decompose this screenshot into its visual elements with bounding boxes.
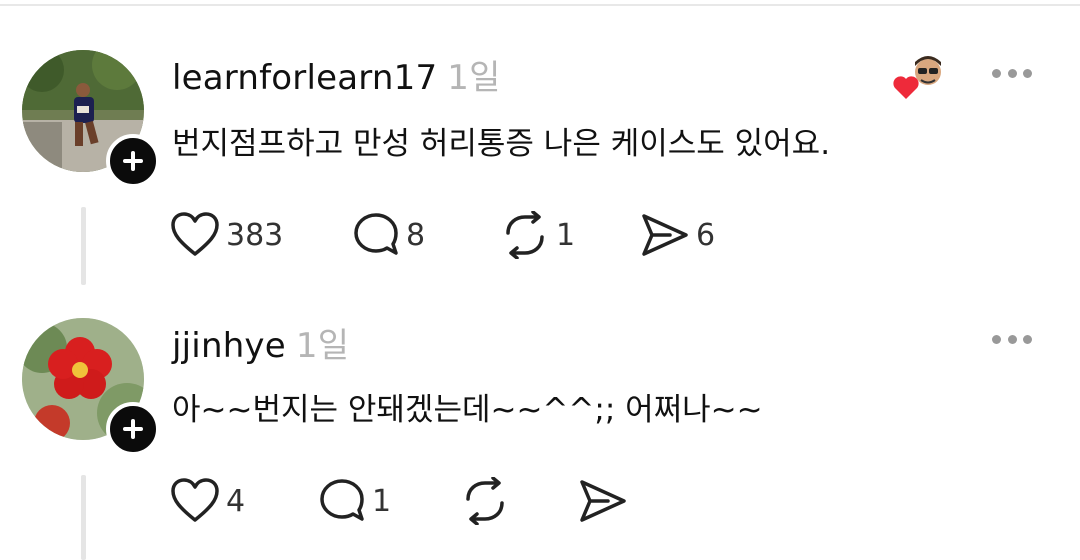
thread-connector-line (81, 207, 86, 285)
repost-icon (466, 477, 504, 525)
comment-bubble-icon (354, 213, 398, 255)
post-text: 번지점프하고 만성 허리통증 나은 케이스도 있어요. (172, 126, 831, 162)
thread-post: jjinhye 1일 아~~번지는 안돼겠는데~~^^;; 어쩌나~~ 4 1 (0, 290, 1080, 560)
more-dot-icon (1023, 68, 1032, 78)
thread-connector-line (81, 475, 86, 560)
heart-outline-icon (171, 478, 219, 522)
post-time: 1일 (447, 58, 501, 98)
like-count: 4 (226, 483, 246, 519)
more-options-button[interactable] (992, 332, 1032, 346)
post-text: 아~~번지는 안돼겠는데~~^^;; 어쩌나~~ (172, 392, 763, 428)
plus-icon (123, 419, 143, 439)
plus-icon (123, 151, 143, 171)
like-button[interactable]: 4 (170, 474, 245, 528)
comment-bubble-icon (320, 479, 364, 521)
send-icon (642, 214, 688, 256)
heart-icon (893, 76, 919, 99)
more-dot-icon (1007, 334, 1017, 344)
post-header: jjinhye 1일 (172, 318, 349, 367)
repost-button[interactable]: 1 (500, 208, 575, 262)
username[interactable]: jjinhye (172, 326, 286, 366)
repost-button[interactable] (460, 474, 516, 528)
repost-count: 1 (556, 217, 576, 253)
more-dot-icon (1007, 68, 1017, 78)
share-button[interactable]: 6 (640, 208, 715, 262)
reply-button[interactable]: 1 (318, 474, 391, 528)
follow-plus-button[interactable] (106, 134, 160, 188)
share-button[interactable] (578, 474, 634, 528)
liked-by-avatar (890, 52, 950, 102)
username[interactable]: learnforlearn17 (172, 58, 437, 98)
avatar[interactable] (22, 318, 160, 456)
heart-outline-icon (171, 212, 219, 256)
repost-icon (506, 211, 544, 259)
follow-plus-button[interactable] (106, 402, 160, 456)
avatar[interactable] (22, 50, 160, 188)
like-button[interactable]: 383 (170, 208, 283, 262)
like-count: 383 (226, 217, 284, 253)
more-dot-icon (992, 68, 1001, 78)
more-dot-icon (1023, 334, 1032, 344)
reply-count: 1 (372, 483, 392, 519)
share-count: 6 (696, 217, 716, 253)
post-header: learnforlearn17 1일 (172, 50, 501, 99)
more-options-button[interactable] (992, 66, 1032, 80)
reply-button[interactable]: 8 (352, 208, 425, 262)
more-dot-icon (992, 334, 1001, 344)
send-icon (580, 480, 626, 522)
reply-count: 8 (406, 217, 426, 253)
post-time: 1일 (295, 326, 350, 366)
thread-post: learnforlearn17 1일 번지점프하고 만성 허리통증 나은 케이스도… (0, 0, 1080, 290)
